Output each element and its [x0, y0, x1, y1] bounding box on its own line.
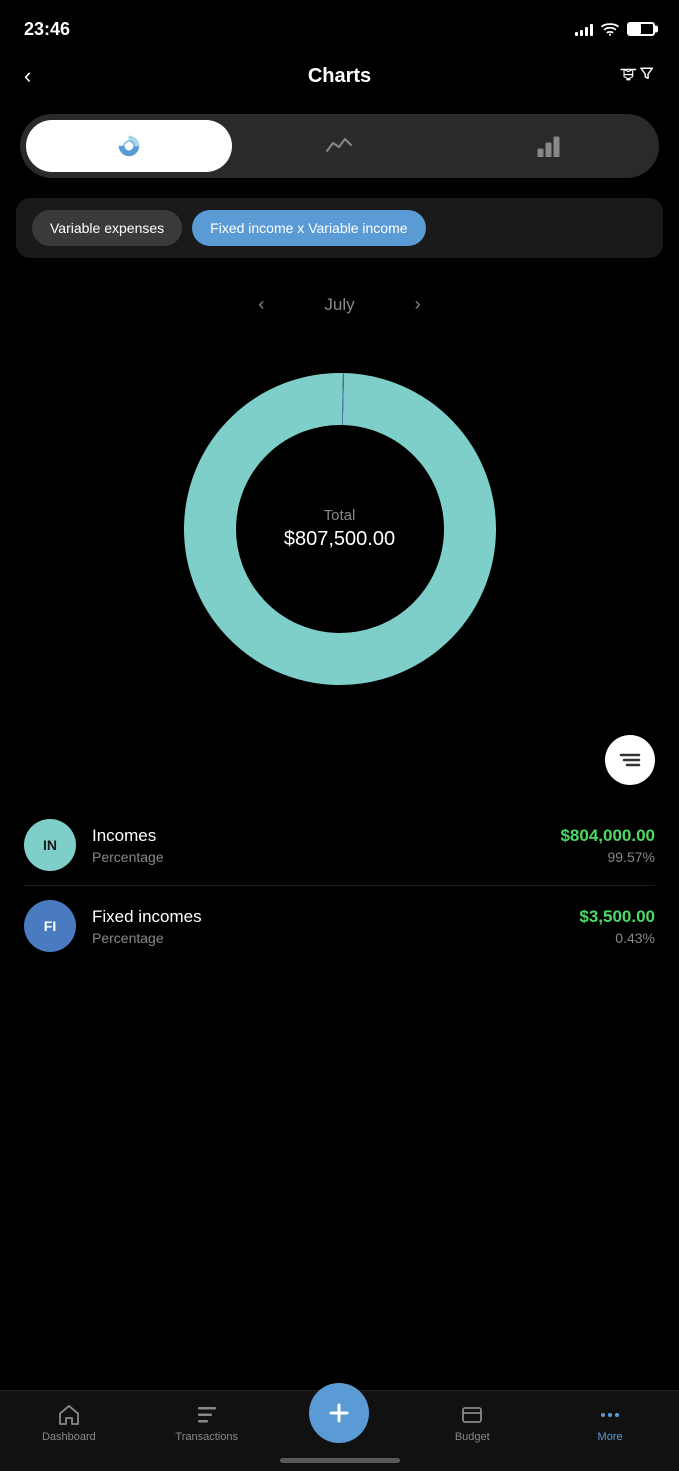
tab-bar-chart[interactable]: [447, 120, 653, 172]
donut-total-value: $807,500.00: [284, 528, 395, 551]
status-icons: [575, 22, 655, 36]
filter-icon-container[interactable]: [619, 62, 655, 90]
incomes-text: Incomes Percentage: [92, 826, 560, 865]
more-icon: [598, 1403, 622, 1427]
sort-lines-icon: [619, 751, 641, 769]
budget-label: Budget: [455, 1431, 490, 1443]
category-filter-tabs: Variable expenses Fixed income x Variabl…: [16, 198, 663, 258]
prev-month-button[interactable]: ‹: [258, 294, 264, 315]
transactions-label: Transactions: [175, 1431, 238, 1443]
wifi-icon: [601, 22, 619, 36]
tab-fixed-variable-income[interactable]: Fixed income x Variable income: [192, 210, 425, 246]
more-label: More: [598, 1431, 623, 1443]
fixed-incomes-values: $3,500.00 0.43%: [579, 907, 655, 946]
battery-icon: [627, 22, 655, 36]
nav-item-dashboard[interactable]: Dashboard: [34, 1403, 104, 1443]
incomes-sub: Percentage: [92, 849, 560, 865]
nav-item-budget[interactable]: Budget: [437, 1403, 507, 1443]
nav-item-transactions[interactable]: Transactions: [172, 1403, 242, 1443]
donut-chart-container: Total $807,500.00: [0, 339, 679, 719]
incomes-values: $804,000.00 99.57%: [560, 826, 655, 865]
fixed-incomes-avatar: FI: [24, 900, 76, 952]
month-navigation: ‹ July ›: [0, 278, 679, 331]
line-chart-icon: [325, 135, 353, 157]
budget-icon: [460, 1403, 484, 1427]
donut-center-info: Total $807,500.00: [284, 507, 395, 551]
fixed-incomes-text: Fixed incomes Percentage: [92, 907, 579, 946]
sort-button[interactable]: [605, 735, 655, 785]
plus-icon: [325, 1399, 353, 1427]
incomes-percentage: 99.57%: [560, 849, 655, 865]
fixed-incomes-amount: $3,500.00: [579, 907, 655, 927]
transactions-icon: [195, 1403, 219, 1427]
incomes-name: Incomes: [92, 826, 560, 846]
add-button[interactable]: [309, 1383, 369, 1443]
legend-item-fixed-incomes: FI Fixed incomes Percentage $3,500.00 0.…: [24, 886, 655, 966]
fixed-incomes-name: Fixed incomes: [92, 907, 579, 927]
page-title: Charts: [308, 65, 371, 88]
header: ‹ Charts: [0, 52, 679, 106]
pie-chart-icon: [115, 132, 143, 160]
fixed-incomes-percentage: 0.43%: [579, 930, 655, 946]
donut-total-label: Total: [284, 507, 395, 524]
tab-variable-expenses[interactable]: Variable expenses: [32, 210, 182, 246]
legend-item-incomes: IN Incomes Percentage $804,000.00 99.57%: [24, 805, 655, 886]
status-time: 23:46: [24, 19, 70, 40]
dashboard-label: Dashboard: [42, 1431, 96, 1443]
tab-pie-chart[interactable]: [26, 120, 232, 172]
tab-line-chart[interactable]: [236, 120, 442, 172]
incomes-avatar: IN: [24, 819, 76, 871]
next-month-button[interactable]: ›: [415, 294, 421, 315]
fixed-incomes-sub: Percentage: [92, 930, 579, 946]
incomes-amount: $804,000.00: [560, 826, 655, 846]
legend-list: IN Incomes Percentage $804,000.00 99.57%…: [0, 805, 679, 966]
bar-chart-icon: [536, 135, 564, 157]
chart-type-tabs: [20, 114, 659, 178]
home-icon: [57, 1403, 81, 1427]
signal-icon: [575, 22, 593, 36]
status-bar: 23:46: [0, 0, 679, 52]
current-month-label: July: [324, 295, 354, 315]
back-button[interactable]: ‹: [24, 63, 60, 89]
funnel-icon: [638, 62, 655, 86]
sort-button-container: [0, 735, 679, 805]
filter-icon: [619, 62, 638, 90]
home-indicator: [280, 1458, 400, 1463]
donut-chart: Total $807,500.00: [170, 359, 510, 699]
nav-item-more[interactable]: More: [575, 1403, 645, 1443]
